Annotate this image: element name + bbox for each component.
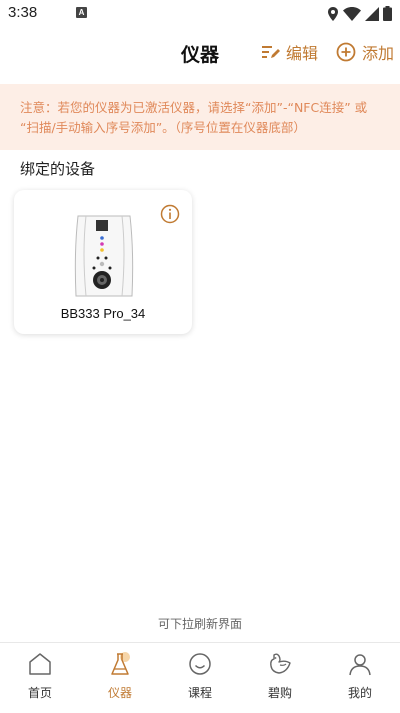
notice-text-line2: “扫描/手动输入序号添加”。（序号位置在仪器底部） <box>20 120 306 135</box>
pull-refresh-hint: 可下拉刷新界面 <box>157 617 242 631</box>
nav-label-courses: 课程 <box>187 686 212 700</box>
edit-icon <box>262 46 280 58</box>
notice-text-line1: 注意：若您的仪器为已激活仪器，请选择“添加”-“NFC连接” 或 <box>20 100 368 115</box>
device-name: BB333 Pro_34 <box>60 306 146 321</box>
info-icon[interactable] <box>160 204 180 224</box>
edit-label: 编辑 <box>286 44 319 63</box>
wifi-icon <box>343 6 361 21</box>
notice-banner: 注意：若您的仪器为已激活仪器，请选择“添加”-“NFC连接” 或 “扫描/手动输… <box>0 84 400 150</box>
nav-label-shop: 碧购 <box>267 686 292 700</box>
flask-icon <box>111 652 130 675</box>
status-icons <box>327 6 392 21</box>
status-bar: 3:38 A <box>0 0 400 28</box>
section-title: 绑定的设备 <box>20 160 96 178</box>
smile-icon <box>189 653 211 675</box>
nav-item-instruments[interactable]: 仪器 <box>80 643 160 713</box>
nav-item-shop[interactable]: 碧购 <box>240 643 320 713</box>
status-time: 3:38 <box>8 4 38 21</box>
device-card[interactable]: BB333 Pro_34 <box>14 190 192 334</box>
bird-icon <box>270 653 291 674</box>
location-icon <box>328 6 338 21</box>
person-icon <box>349 654 371 676</box>
add-circle-icon <box>336 42 356 62</box>
home-icon <box>29 653 51 675</box>
add-button[interactable]: 添加 <box>336 40 394 64</box>
device-image <box>74 215 134 297</box>
notification-badge-icon: A <box>76 7 87 18</box>
nav-label-instruments: 仪器 <box>107 686 132 700</box>
nav-label-home: 首页 <box>27 686 52 700</box>
header: 仪器 编辑 添加 <box>0 28 400 74</box>
nav-label-profile: 我的 <box>347 686 372 700</box>
battery-icon <box>383 6 392 21</box>
signal-icon <box>365 6 379 21</box>
nav-item-profile[interactable]: 我的 <box>320 643 400 713</box>
add-label: 添加 <box>362 44 395 63</box>
nav-item-home[interactable]: 首页 <box>0 643 80 713</box>
bottom-nav: 首页 仪器 课程 碧购 我的 <box>0 642 400 713</box>
nav-item-courses[interactable]: 课程 <box>160 643 240 713</box>
edit-button[interactable]: 编辑 <box>262 40 318 64</box>
